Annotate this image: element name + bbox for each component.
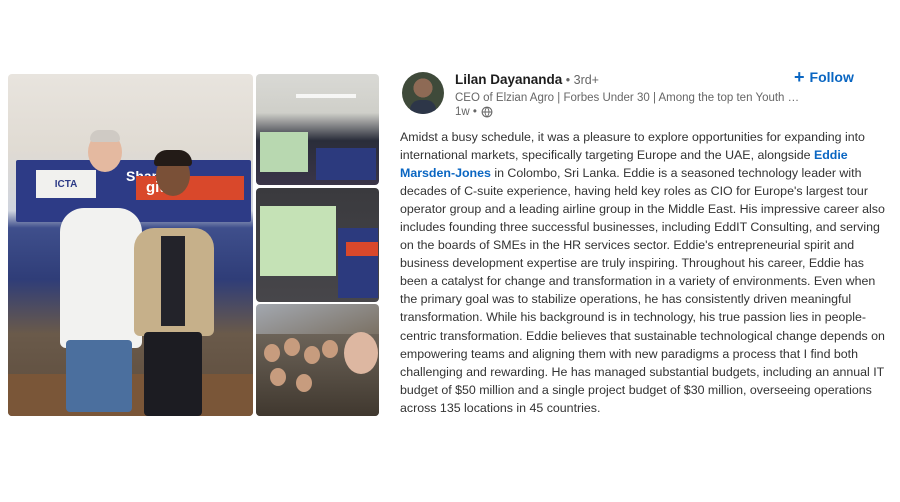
icta-logo: ICTA — [36, 170, 96, 198]
post-text-part-1: Amidst a busy schedule, it was a pleasur… — [400, 130, 865, 163]
post-text: Amidst a busy schedule, it was a pleasur… — [400, 128, 890, 417]
author-avatar[interactable] — [402, 72, 444, 114]
person-eddie-jeans — [66, 340, 132, 412]
crowd-face — [322, 340, 338, 358]
presentation-screen — [260, 132, 308, 172]
post-text-part-2: in Colombo, Sri Lanka. Eddie is a season… — [400, 166, 885, 415]
person-eddie-hair — [90, 130, 120, 142]
avatar-body — [410, 100, 436, 114]
follow-button[interactable]: + Follow — [794, 67, 854, 87]
person-eddie-shirt — [60, 208, 142, 348]
post-photo-2[interactable] — [256, 74, 379, 185]
event-banner-small — [316, 148, 376, 180]
banner-red-strip-small — [346, 242, 378, 256]
person-lilan-pants — [144, 332, 202, 416]
person-lilan-shirt — [161, 236, 185, 326]
author-headline: CEO of Elzian Agro | Forbes Under 30 | A… — [455, 92, 800, 104]
post-photo-4[interactable] — [256, 304, 379, 416]
crowd-face — [304, 346, 320, 364]
author-name-line[interactable]: Lilan Dayananda • 3rd+ — [455, 72, 599, 87]
crowd-face — [284, 338, 300, 356]
person-lilan-hair — [154, 150, 192, 166]
plus-icon: + — [794, 67, 805, 87]
post-photo-3[interactable] — [256, 188, 379, 302]
globe-icon — [481, 106, 493, 118]
linkedin-post-card: ICTA Shaping gita — [0, 0, 900, 502]
follow-label: Follow — [809, 69, 854, 85]
crowd-face — [270, 368, 286, 386]
presentation-slide — [260, 206, 336, 276]
connection-degree: • 3rd+ — [562, 73, 599, 87]
author-name[interactable]: Lilan Dayananda — [455, 72, 562, 87]
post-meta: 1w • — [455, 106, 493, 118]
banner-red-strip: gita — [136, 176, 244, 200]
selfie-face — [344, 332, 378, 374]
ceiling-light — [296, 94, 356, 98]
event-banner-side — [338, 228, 378, 298]
crowd-face — [296, 374, 312, 392]
post-photo-main[interactable]: ICTA Shaping gita — [8, 74, 253, 416]
post-timestamp: 1w • — [455, 106, 477, 118]
crowd-face — [264, 344, 280, 362]
